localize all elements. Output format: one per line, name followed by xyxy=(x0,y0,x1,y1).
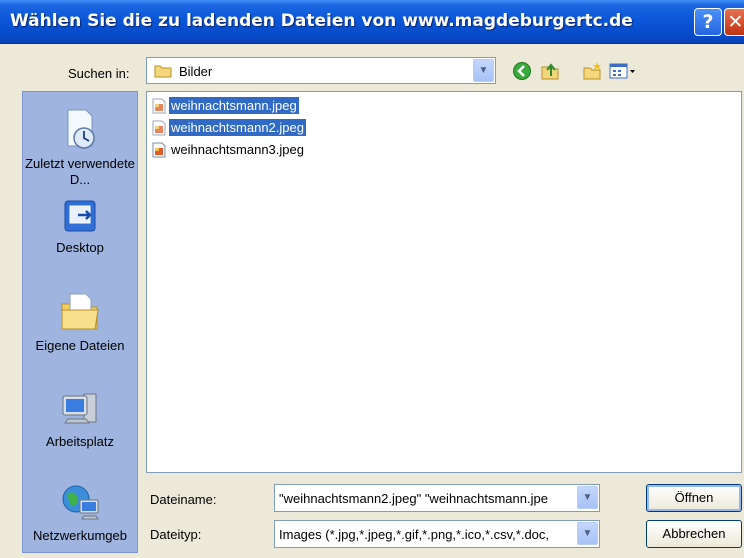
file-item[interactable]: weihnachtsmann3.jpeg xyxy=(152,141,306,161)
place-label: Netzwerkumgeb xyxy=(33,528,127,543)
file-name: weihnachtsmann3.jpeg xyxy=(171,142,304,158)
lookin-combo[interactable]: Bilder ▼ xyxy=(146,57,496,84)
place-label: Zuletzt verwendete D... xyxy=(25,156,135,187)
help-button[interactable]: ? xyxy=(694,8,722,36)
up-folder-icon[interactable] xyxy=(540,61,560,81)
filename-field[interactable]: "weihnachtsmann2.jpeg" "weihnachtsmann.j… xyxy=(274,484,600,512)
jpeg-file-icon xyxy=(152,98,166,114)
place-desktop[interactable]: Desktop xyxy=(23,196,137,256)
file-list[interactable]: weihnachtsmann.jpeg weihnachtsmann2.jpeg… xyxy=(146,91,742,473)
close-button[interactable]: ✕ xyxy=(724,8,744,36)
open-button[interactable]: Öffnen xyxy=(646,484,742,512)
file-item[interactable]: weihnachtsmann2.jpeg xyxy=(152,119,306,139)
place-recent[interactable]: Zuletzt verwendete D... xyxy=(23,106,137,188)
jpeg-file-icon xyxy=(152,120,166,136)
lookin-label: Suchen in: xyxy=(68,66,130,81)
jpeg-file-icon xyxy=(152,142,166,158)
filetype-label: Dateityp: xyxy=(150,527,202,542)
folder-icon xyxy=(154,65,172,78)
place-label: Eigene Dateien xyxy=(35,338,125,353)
place-my-computer[interactable]: Arbeitsplatz xyxy=(23,388,137,450)
chevron-down-icon[interactable]: ▼ xyxy=(577,486,598,509)
back-icon[interactable] xyxy=(512,61,532,81)
recent-documents-icon xyxy=(67,109,95,149)
file-name: weihnachtsmann2.jpeg xyxy=(169,119,306,137)
new-folder-icon[interactable] xyxy=(582,61,602,81)
place-my-documents[interactable]: Eigene Dateien xyxy=(23,288,137,354)
filename-label: Dateiname: xyxy=(150,492,217,507)
place-label: Arbeitsplatz xyxy=(46,434,114,449)
title-bar[interactable]: Wählen Sie die zu ladenden Dateien von w… xyxy=(0,0,744,44)
file-item[interactable]: weihnachtsmann.jpeg xyxy=(152,97,299,117)
network-icon xyxy=(62,485,99,520)
chevron-down-icon[interactable]: ▼ xyxy=(473,59,494,82)
place-label: Desktop xyxy=(56,240,104,255)
my-documents-icon xyxy=(61,293,99,330)
cancel-button[interactable]: Abbrechen xyxy=(646,520,742,548)
filetype-value: Images (*.jpg,*.jpeg,*.gif,*.png,*.ico,*… xyxy=(279,527,550,542)
places-bar: Zuletzt verwendete D... Desktop Eigene D… xyxy=(22,91,138,553)
place-network[interactable]: Netzwerkumgeb xyxy=(23,482,137,544)
chevron-down-icon[interactable]: ▼ xyxy=(577,522,598,545)
filename-value: "weihnachtsmann2.jpeg" "weihnachtsmann.j… xyxy=(279,491,548,506)
view-menu-icon[interactable] xyxy=(609,61,637,81)
filetype-select[interactable]: Images (*.jpg,*.jpeg,*.gif,*.png,*.ico,*… xyxy=(274,520,600,548)
window-title: Wählen Sie die zu ladenden Dateien von w… xyxy=(10,11,633,31)
desktop-icon xyxy=(64,200,96,232)
lookin-value: Bilder xyxy=(179,64,213,79)
file-name: weihnachtsmann.jpeg xyxy=(169,97,299,115)
my-computer-icon xyxy=(62,393,97,424)
